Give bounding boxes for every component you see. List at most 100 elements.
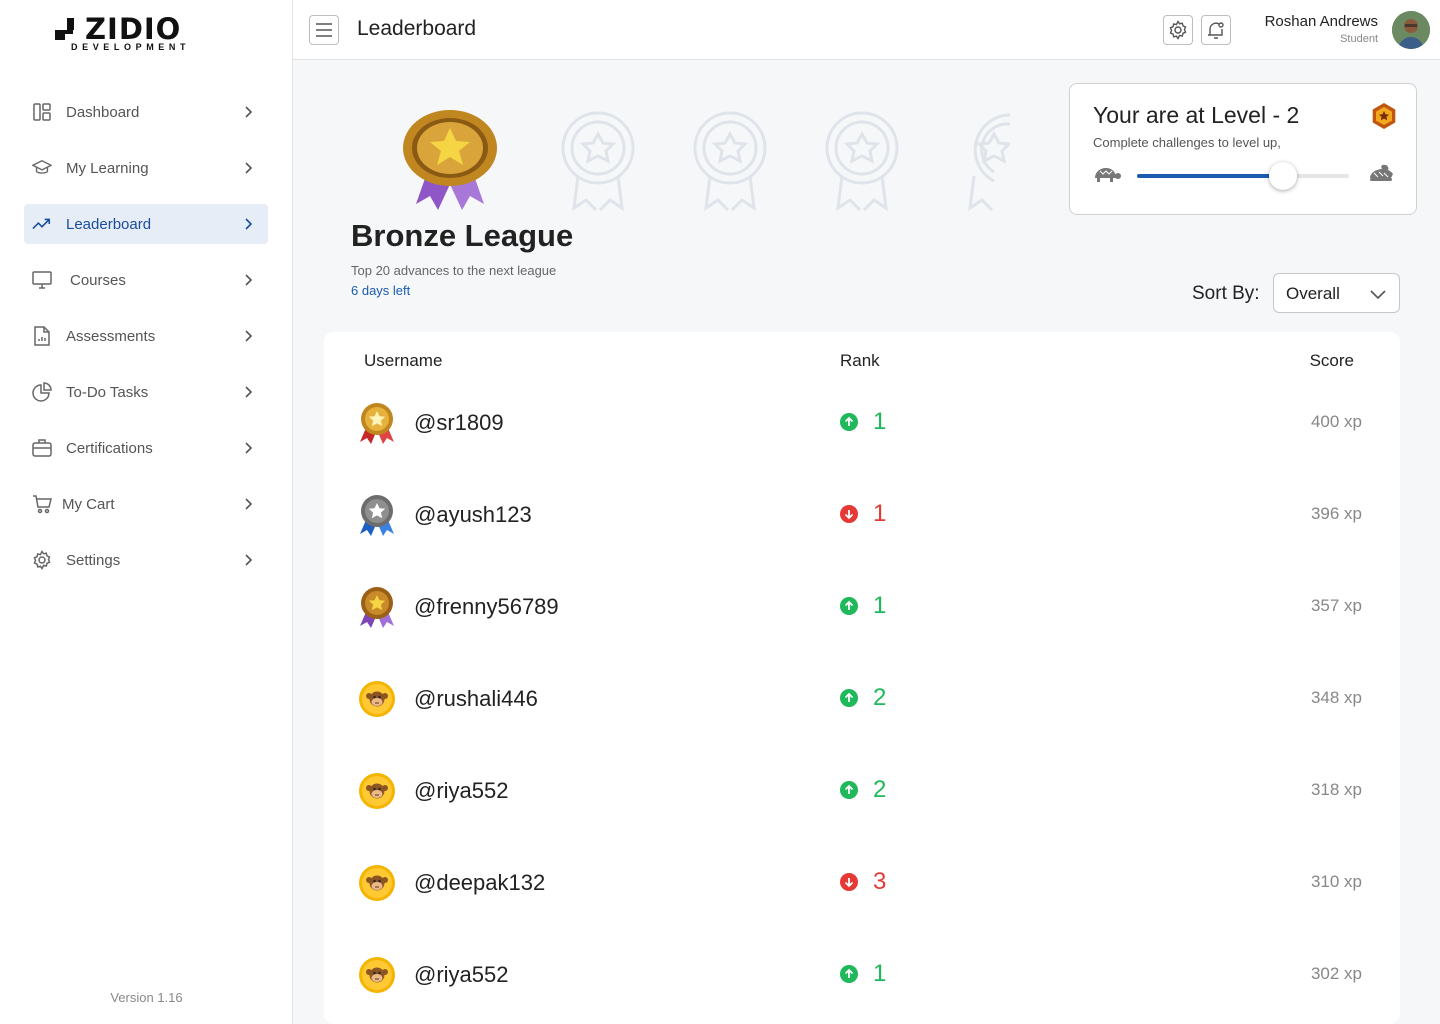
gear-icon — [32, 550, 52, 570]
sidebar-item-label: Settings — [66, 551, 121, 569]
sidebar-item-certifications[interactable]: Certifications — [24, 428, 268, 468]
row-username: @riya552 — [414, 962, 509, 987]
row-score: 357 xp — [1310, 596, 1362, 615]
monkey-icon — [356, 770, 398, 812]
chevron-right-icon — [245, 498, 253, 510]
graduation-cap-icon — [32, 158, 52, 178]
monitor-icon — [32, 270, 52, 290]
chevron-right-icon — [245, 330, 253, 342]
level-progress-thumb[interactable] — [1269, 162, 1298, 190]
cart-icon — [32, 494, 52, 514]
table-row[interactable]: @deepak132 3 310 xp — [324, 852, 1400, 912]
page-title: Leaderboard — [357, 17, 477, 40]
locked-league-medal-icon — [825, 111, 899, 212]
arrow-up-icon — [839, 688, 859, 708]
row-score: 310 xp — [1310, 872, 1362, 891]
sidebar-item-leaderboard[interactable]: Leaderboard — [24, 204, 268, 244]
row-score: 318 xp — [1310, 780, 1362, 799]
bronze-medal-icon — [356, 586, 398, 628]
sidebar-item-label: My Learning — [66, 159, 149, 177]
document-chart-icon — [32, 326, 52, 346]
level-card: Your are at Level - 2 Complete challenge… — [1069, 83, 1417, 215]
logo-text: ZIDIO — [85, 12, 182, 46]
row-score: 302 xp — [1310, 964, 1362, 983]
table-row[interactable]: @sr1809 1 400 xp — [324, 392, 1400, 452]
logo-mark-icon — [55, 18, 74, 40]
silver-medal-icon — [356, 494, 398, 536]
column-header-username: Username — [364, 351, 443, 370]
sidebar-item-my-learning[interactable]: My Learning — [24, 148, 268, 188]
table-row[interactable]: @frenny56789 1 357 xp — [324, 576, 1400, 636]
arrow-up-icon — [839, 412, 859, 432]
level-subtitle: Complete challenges to level up, — [1093, 135, 1281, 150]
sort-by-select[interactable]: Overall — [1273, 273, 1400, 313]
hamburger-icon — [316, 23, 332, 37]
monkey-icon — [356, 678, 398, 720]
arrow-up-icon — [839, 596, 859, 616]
rabbit-icon — [1370, 164, 1393, 181]
sidebar-nav: Dashboard My Learning Leaderboard Course… — [24, 92, 268, 596]
sidebar-item-label: Courses — [70, 271, 126, 289]
zidio-logo[interactable]: ZIDIO DEVELOPMENT — [53, 14, 205, 54]
row-rank: 1 — [873, 592, 887, 619]
sidebar-item-label: Leaderboard — [66, 215, 152, 233]
sidebar-item-label: Assessments — [66, 327, 156, 345]
row-rank: 1 — [873, 500, 887, 527]
level-title: Your are at Level - 2 — [1093, 102, 1300, 128]
menu-toggle-button[interactable] — [309, 15, 339, 45]
row-username: @riya552 — [414, 778, 509, 803]
chevron-right-icon — [245, 218, 253, 230]
arrow-up-icon — [839, 780, 859, 800]
row-username: @ayush123 — [414, 502, 532, 527]
row-rank: 3 — [873, 868, 887, 895]
sidebar-item-my-cart[interactable]: My Cart — [24, 484, 268, 524]
settings-button[interactable] — [1163, 15, 1193, 45]
notifications-button[interactable] — [1201, 15, 1231, 45]
league-title: Bronze League — [351, 218, 574, 253]
row-username: @frenny56789 — [414, 594, 559, 619]
avatar[interactable] — [1392, 11, 1430, 49]
sort-by-value: Overall — [1286, 284, 1340, 303]
pie-chart-icon — [32, 382, 52, 402]
trending-up-icon — [32, 214, 52, 234]
table-row[interactable]: @riya552 1 302 xp — [324, 944, 1400, 1004]
gold-medal-icon — [356, 402, 398, 444]
arrow-down-icon — [839, 504, 859, 524]
sidebar-item-dashboard[interactable]: Dashboard — [24, 92, 268, 132]
sidebar-item-label: Dashboard — [66, 103, 140, 121]
locked-league-medal-icon — [968, 113, 1010, 212]
monkey-icon — [356, 954, 398, 996]
row-score: 400 xp — [1310, 412, 1362, 431]
league-days-left: 6 days left — [351, 283, 411, 298]
sidebar-item-settings[interactable]: Settings — [24, 540, 268, 580]
monkey-icon — [356, 862, 398, 904]
chevron-right-icon — [245, 162, 253, 174]
user-name: Roshan Andrews — [1264, 13, 1378, 30]
chevron-right-icon — [245, 386, 253, 398]
sidebar-item-label: Certifications — [66, 439, 153, 457]
chevron-right-icon — [245, 274, 253, 286]
dashboard-icon — [32, 102, 52, 122]
sidebar-item-courses[interactable]: Courses — [24, 260, 268, 300]
logo-subtext: DEVELOPMENT — [71, 42, 191, 52]
sidebar-item-todo-tasks[interactable]: To-Do Tasks — [24, 372, 268, 412]
arrow-down-icon — [839, 872, 859, 892]
chevron-right-icon — [245, 554, 253, 566]
level-badge-icon — [1372, 103, 1396, 129]
row-rank: 1 — [873, 960, 887, 987]
row-username: @deepak132 — [414, 870, 546, 895]
league-subtitle: Top 20 advances to the next league — [351, 263, 557, 278]
locked-league-medal-icon — [693, 111, 767, 212]
table-row[interactable]: @riya552 2 318 xp — [324, 760, 1400, 820]
sidebar-item-assessments[interactable]: Assessments — [24, 316, 268, 356]
sidebar: ZIDIO DEVELOPMENT Dashboard My Learning … — [0, 0, 293, 1024]
turtle-icon — [1095, 168, 1121, 182]
sidebar-item-label: To-Do Tasks — [66, 383, 149, 401]
level-progress-slider[interactable] — [1137, 162, 1349, 190]
row-rank: 1 — [873, 408, 887, 435]
arrow-up-icon — [839, 964, 859, 984]
row-rank: 2 — [873, 684, 887, 711]
table-row[interactable]: @ayush123 1 396 xp — [324, 484, 1400, 544]
table-row[interactable]: @rushali446 2 348 xp — [324, 668, 1400, 728]
chevron-right-icon — [245, 106, 253, 118]
